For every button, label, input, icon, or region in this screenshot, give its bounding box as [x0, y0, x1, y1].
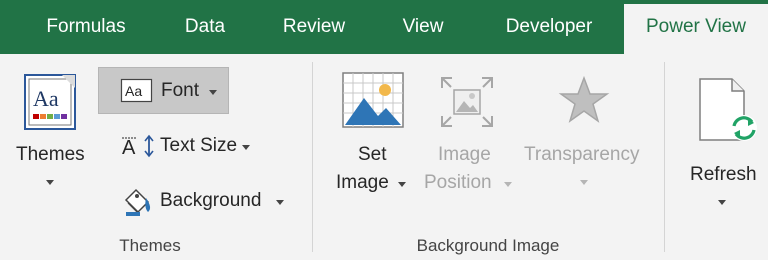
set-image-dropdown-caret [398, 182, 406, 187]
group-label-background-image: Background Image [416, 236, 560, 255]
font-button-label: Font [161, 80, 200, 101]
text-size-button[interactable]: A Text Size [118, 132, 258, 162]
themes-dropdown-caret [46, 180, 54, 185]
image-position-dropdown-caret [504, 182, 512, 187]
background-button-label: Background [160, 190, 262, 211]
tab-power-view[interactable]: Power View [624, 4, 768, 54]
text-size-icon-text: A [122, 137, 136, 159]
picture-icon [342, 72, 404, 128]
image-position-icon [441, 77, 493, 127]
text-size-button-label: Text Size [160, 135, 238, 156]
set-image-button[interactable]: Set Image [328, 68, 414, 206]
ribbon-tab-bar: Formulas Data Review View Developer Powe… [0, 0, 768, 54]
refresh-document-icon [699, 78, 757, 141]
themes-button[interactable]: Aa Themes [8, 68, 96, 198]
background-button[interactable]: Background [118, 184, 288, 220]
star-icon [558, 75, 610, 123]
background-fill-icon [124, 188, 151, 216]
transparency-button[interactable]: Transparency [520, 68, 648, 206]
group-label-themes: Themes [119, 236, 181, 255]
font-icon: Aa [120, 78, 153, 103]
image-position-button[interactable]: Image Position [420, 68, 516, 206]
font-icon-text: Aa [125, 83, 142, 99]
image-position-label-line1: Image [438, 144, 491, 165]
themes-icon-text: Aa [33, 86, 59, 111]
set-image-label-line2: Image [336, 172, 389, 193]
group-separator [312, 62, 313, 252]
themes-icon: Aa [24, 74, 76, 130]
font-button[interactable]: Aa Font [98, 67, 229, 114]
background-dropdown-caret [276, 200, 284, 205]
tab-view[interactable]: View [392, 0, 454, 54]
tab-review[interactable]: Review [272, 0, 356, 54]
transparency-label: Transparency [524, 144, 640, 165]
refresh-button-label: Refresh [690, 164, 757, 185]
refresh-button[interactable]: Refresh [680, 68, 768, 218]
tab-formulas[interactable]: Formulas [30, 0, 142, 54]
ribbon-body: Aa Themes Aa Font A Text Size Background… [0, 54, 768, 260]
image-position-label-line2: Position [424, 172, 492, 193]
tab-developer[interactable]: Developer [490, 0, 608, 54]
tab-data[interactable]: Data [172, 0, 238, 54]
font-dropdown-caret [209, 90, 217, 95]
text-size-dropdown-caret [242, 145, 250, 150]
refresh-dropdown-caret [718, 200, 726, 205]
transparency-dropdown-caret [580, 180, 588, 185]
text-size-icon: A [122, 134, 154, 159]
group-separator [664, 62, 665, 252]
set-image-label-line1: Set [358, 144, 387, 165]
themes-button-label: Themes [16, 144, 85, 165]
